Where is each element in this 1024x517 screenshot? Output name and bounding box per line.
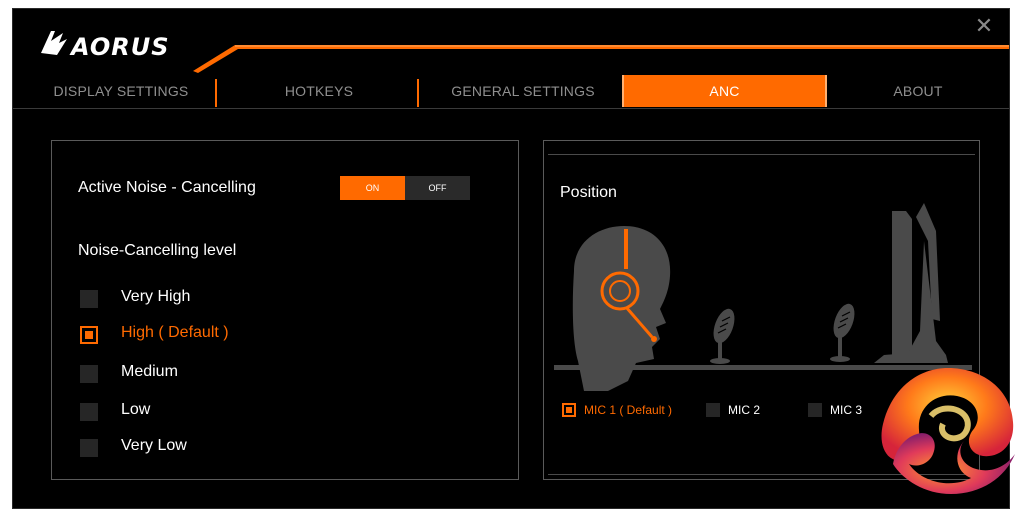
level-option-label: Medium (121, 363, 178, 380)
level-checkbox[interactable] (80, 290, 98, 308)
tab-separator (215, 79, 217, 107)
anc-settings-panel: Active Noise - Cancelling ON OFF Noise-C… (51, 140, 519, 480)
tab-hotkeys[interactable]: HOTKEYS (219, 75, 419, 107)
level-option-label: Low (121, 401, 151, 418)
anc-toggle[interactable]: ON OFF (340, 176, 470, 200)
level-option-label: High ( Default ) (121, 324, 229, 341)
anc-toggle-on[interactable]: ON (340, 176, 405, 200)
position-heading: Position (560, 184, 617, 201)
level-checkbox[interactable] (80, 439, 98, 457)
aorus-logo-icon: AORUS (41, 31, 170, 61)
svg-text:AORUS: AORUS (69, 33, 170, 61)
tab-bar: DISPLAY SETTINGS HOTKEYS GENERAL SETTING… (13, 75, 1009, 109)
mic-option-1[interactable]: MIC 1 ( Default ) (562, 402, 692, 420)
aorus-logo: AORUS (37, 25, 197, 65)
microphone-icon (710, 308, 735, 364)
monitor-icon (874, 203, 948, 363)
app-window: AORUS ✕ DISPLAY SETTINGS HOTKEYS GENERAL… (12, 8, 1010, 509)
tab-display-settings[interactable]: DISPLAY SETTINGS (31, 75, 211, 107)
level-option-medium[interactable]: Medium (80, 362, 300, 386)
anc-toggle-off[interactable]: OFF (405, 176, 470, 200)
close-icon: ✕ (974, 13, 994, 38)
level-heading: Noise-Cancelling level (78, 242, 237, 259)
level-checkbox[interactable] (80, 403, 98, 421)
mic-option-3[interactable]: MIC 3 (808, 402, 878, 420)
microphone-icon (830, 303, 855, 362)
mic-option-2[interactable]: MIC 2 (706, 402, 776, 420)
level-option-label: Very Low (121, 437, 187, 454)
level-option-very-low[interactable]: Very Low (80, 436, 300, 460)
level-option-low[interactable]: Low (80, 400, 300, 424)
mic-checkbox[interactable] (562, 403, 576, 417)
level-option-label: Very High (121, 288, 191, 305)
level-checkbox[interactable] (80, 365, 98, 383)
anc-title: Active Noise - Cancelling (78, 179, 256, 196)
tab-about[interactable]: ABOUT (833, 75, 1003, 107)
mic-option-label: MIC 3 (830, 403, 863, 417)
tab-divider (13, 108, 1009, 109)
level-option-very-high[interactable]: Very High (80, 287, 300, 311)
mic-checkbox[interactable] (808, 403, 822, 417)
tab-anc[interactable]: ANC (622, 75, 827, 107)
mic-checkbox[interactable] (706, 403, 720, 417)
tab-general-settings[interactable]: GENERAL SETTINGS (423, 75, 623, 107)
level-option-high[interactable]: High ( Default ) (80, 323, 300, 347)
level-checkbox[interactable] (80, 326, 98, 344)
mic-option-label: MIC 1 ( Default ) (584, 403, 673, 417)
tab-separator (417, 79, 419, 107)
mic-option-label: MIC 2 (728, 403, 761, 417)
watermark-logo-icon (881, 368, 1015, 494)
close-button[interactable]: ✕ (973, 15, 995, 37)
